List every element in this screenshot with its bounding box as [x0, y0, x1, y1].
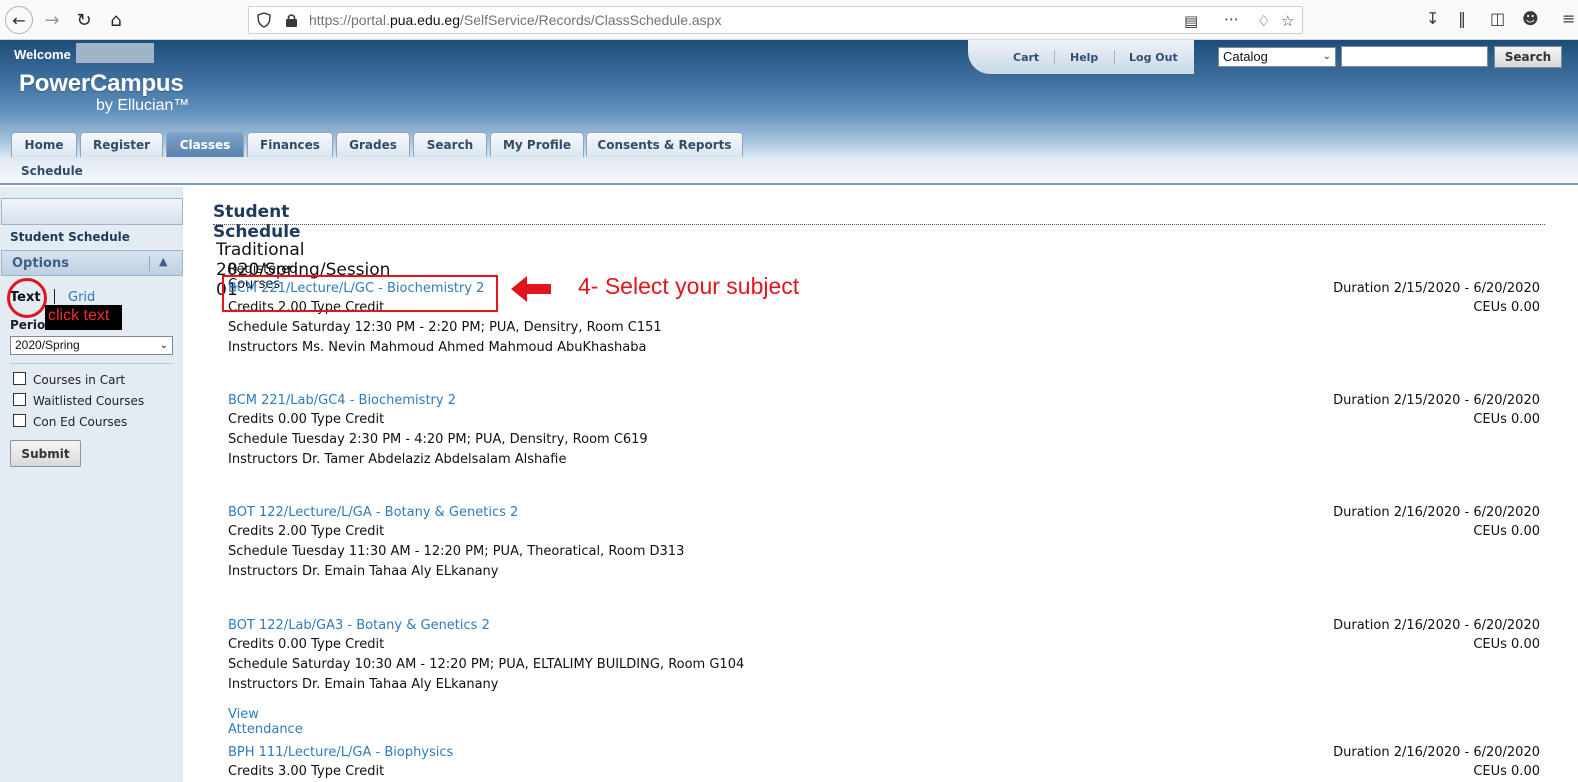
brand-logo: PowerCampus	[19, 70, 184, 97]
more-actions-icon[interactable]: ⋯	[1224, 10, 1239, 28]
waitlisted-courses-label: Waitlisted Courses	[33, 394, 145, 408]
pocket-icon[interactable]: ♢	[1257, 12, 1270, 30]
options-panel-header[interactable]: Options ▲	[1, 250, 183, 276]
tab-classes[interactable]: Classes	[166, 132, 244, 157]
options-label: Options	[12, 256, 69, 271]
annotation-click-text: click text	[45, 305, 122, 330]
course-duration: Duration 2/15/2020 - 6/20/2020	[1333, 393, 1540, 408]
title-divider	[213, 224, 1545, 225]
menu-icon[interactable]: ≡	[1562, 9, 1575, 28]
options-separator	[149, 256, 150, 271]
search-input[interactable]	[1341, 46, 1488, 67]
reload-icon[interactable]: ↻	[70, 6, 98, 34]
course-link[interactable]: BOT 122/Lecture/L/GA - Botany & Genetics…	[228, 505, 518, 520]
view-attendance-link[interactable]: View Attendance	[228, 707, 303, 737]
course-duration: Duration 2/16/2020 - 6/20/2020	[1333, 745, 1540, 760]
course-schedule: Schedule Saturday 10:30 AM - 12:20 PM; P…	[228, 657, 745, 672]
home-icon[interactable]: ⌂	[102, 6, 130, 34]
course-duration: Duration 2/16/2020 - 6/20/2020	[1333, 505, 1540, 520]
course-schedule: Schedule Saturday 12:30 PM - 2:20 PM; PU…	[228, 320, 662, 335]
brand-subtitle: by Ellucian™	[96, 97, 190, 114]
sidebar: Student Schedule Options ▲ Text Grid Per…	[0, 187, 183, 782]
course-instructors: Instructors Ms. Nevin Mahmoud Ahmed Mahm…	[228, 340, 647, 355]
sidebar-icon[interactable]: ◫	[1490, 9, 1505, 28]
course-schedule: Schedule Tuesday 2:30 PM - 4:20 PM; PUA,…	[228, 432, 648, 447]
course-schedule: Schedule Tuesday 11:30 AM - 12:20 PM; PU…	[228, 544, 685, 559]
course-ceus: CEUs 0.00	[1473, 524, 1540, 539]
tab-my-profile[interactable]: My Profile	[490, 132, 584, 157]
catalog-select-value: Catalog	[1223, 49, 1268, 64]
search-button[interactable]: Search	[1494, 46, 1562, 68]
tab-search[interactable]: Search	[413, 132, 487, 157]
annotation-circle	[7, 278, 47, 318]
downloads-icon[interactable]: ↧	[1426, 9, 1439, 28]
sidebar-header-box	[1, 198, 183, 225]
library-icon[interactable]: ‖	[1458, 9, 1466, 28]
subnav-schedule[interactable]: Schedule	[21, 164, 83, 178]
course-duration: Duration 2/16/2020 - 6/20/2020	[1333, 618, 1540, 633]
course-instructors: Instructors Dr. Emain Tahaa Aly ELkanany	[228, 677, 499, 692]
courses-in-cart-label: Courses in Cart	[33, 373, 126, 387]
course-ceus: CEUs 0.00	[1473, 412, 1540, 427]
link-separator	[1114, 50, 1115, 64]
forward-arrow-icon[interactable]: →	[38, 6, 66, 34]
course-instructors: Instructors Dr. Emain Tahaa Aly ELkanany	[228, 564, 499, 579]
bookmark-star-icon[interactable]: ☆	[1281, 12, 1294, 30]
lock-icon	[286, 14, 297, 27]
course-duration: Duration 2/15/2020 - 6/20/2020	[1333, 281, 1540, 296]
course-credits: Credits 0.00 Type Credit	[228, 412, 385, 427]
divider	[10, 363, 173, 364]
tab-home[interactable]: Home	[11, 132, 77, 157]
period-select[interactable]: 2020/Spring ⌄	[10, 336, 173, 355]
annotation-arrow-icon	[511, 276, 551, 302]
course-credits: Credits 3.00 Type Credit	[228, 764, 385, 779]
cart-link[interactable]: Cart	[1013, 51, 1039, 64]
courses-in-cart-checkbox[interactable]	[13, 372, 26, 385]
course-ceus: CEUs 0.00	[1473, 300, 1540, 315]
annotation-select-subject: 4- Select your subject	[578, 273, 800, 299]
sidebar-student-schedule[interactable]: Student Schedule	[10, 230, 130, 244]
help-link[interactable]: Help	[1070, 51, 1098, 64]
tab-finances[interactable]: Finances	[247, 132, 333, 157]
page-title: Student Schedule	[213, 202, 301, 242]
reader-view-icon[interactable]: ▤	[1184, 12, 1198, 30]
tab-consents-reports[interactable]: Consents & Reports	[586, 132, 743, 157]
url-text: https://portal.pua.edu.eg/SelfService/Re…	[309, 12, 722, 28]
grid-view-link[interactable]: Grid	[68, 290, 95, 305]
course-link[interactable]: BPH 111/Lecture/L/GA - Biophysics	[228, 745, 453, 760]
top-links: Cart Help Log Out	[968, 40, 1194, 74]
tab-register[interactable]: Register	[80, 132, 163, 157]
chevron-down-icon: ⌄	[159, 340, 168, 351]
portal-header: Welcome PowerCampus by Ellucian™ Cart He…	[0, 40, 1578, 157]
redacted-user-name	[76, 43, 154, 63]
annotation-highlight-box	[222, 275, 498, 312]
period-select-value: 2020/Spring	[15, 338, 80, 352]
chevron-down-icon: ⌄	[1322, 51, 1331, 62]
logout-link[interactable]: Log Out	[1129, 51, 1178, 64]
course-credits: Credits 0.00 Type Credit	[228, 637, 385, 652]
back-arrow-icon[interactable]: ←	[5, 6, 33, 34]
link-separator	[1054, 50, 1055, 64]
sub-navigation: Schedule	[0, 157, 1578, 185]
course-ceus: CEUs 0.00	[1473, 764, 1540, 779]
con-ed-courses-label: Con Ed Courses	[33, 415, 128, 429]
account-icon[interactable]: ☻	[1522, 9, 1539, 28]
browser-toolbar: ← → ↻ ⌂ https://portal.pua.edu.eg/SelfSe…	[0, 0, 1578, 40]
welcome-text: Welcome	[14, 47, 71, 62]
waitlisted-courses-checkbox[interactable]	[13, 393, 26, 406]
tab-grades[interactable]: Grades	[336, 132, 410, 157]
course-link[interactable]: BCM 221/Lab/GC4 - Biochemistry 2	[228, 393, 456, 408]
course-ceus: CEUs 0.00	[1473, 637, 1540, 652]
collapse-arrow-icon[interactable]: ▲	[159, 255, 167, 268]
shield-icon	[257, 12, 271, 28]
catalog-select[interactable]: Catalog ⌄	[1218, 47, 1336, 67]
course-instructors: Instructors Dr. Tamer Abdelaziz Abdelsal…	[228, 452, 567, 467]
con-ed-courses-checkbox[interactable]	[13, 414, 26, 427]
course-link[interactable]: BOT 122/Lab/GA3 - Botany & Genetics 2	[228, 618, 490, 633]
url-bar[interactable]: https://portal.pua.edu.eg/SelfService/Re…	[248, 6, 1303, 34]
view-separator	[54, 289, 55, 304]
submit-button[interactable]: Submit	[10, 440, 81, 467]
course-credits: Credits 2.00 Type Credit	[228, 524, 385, 539]
